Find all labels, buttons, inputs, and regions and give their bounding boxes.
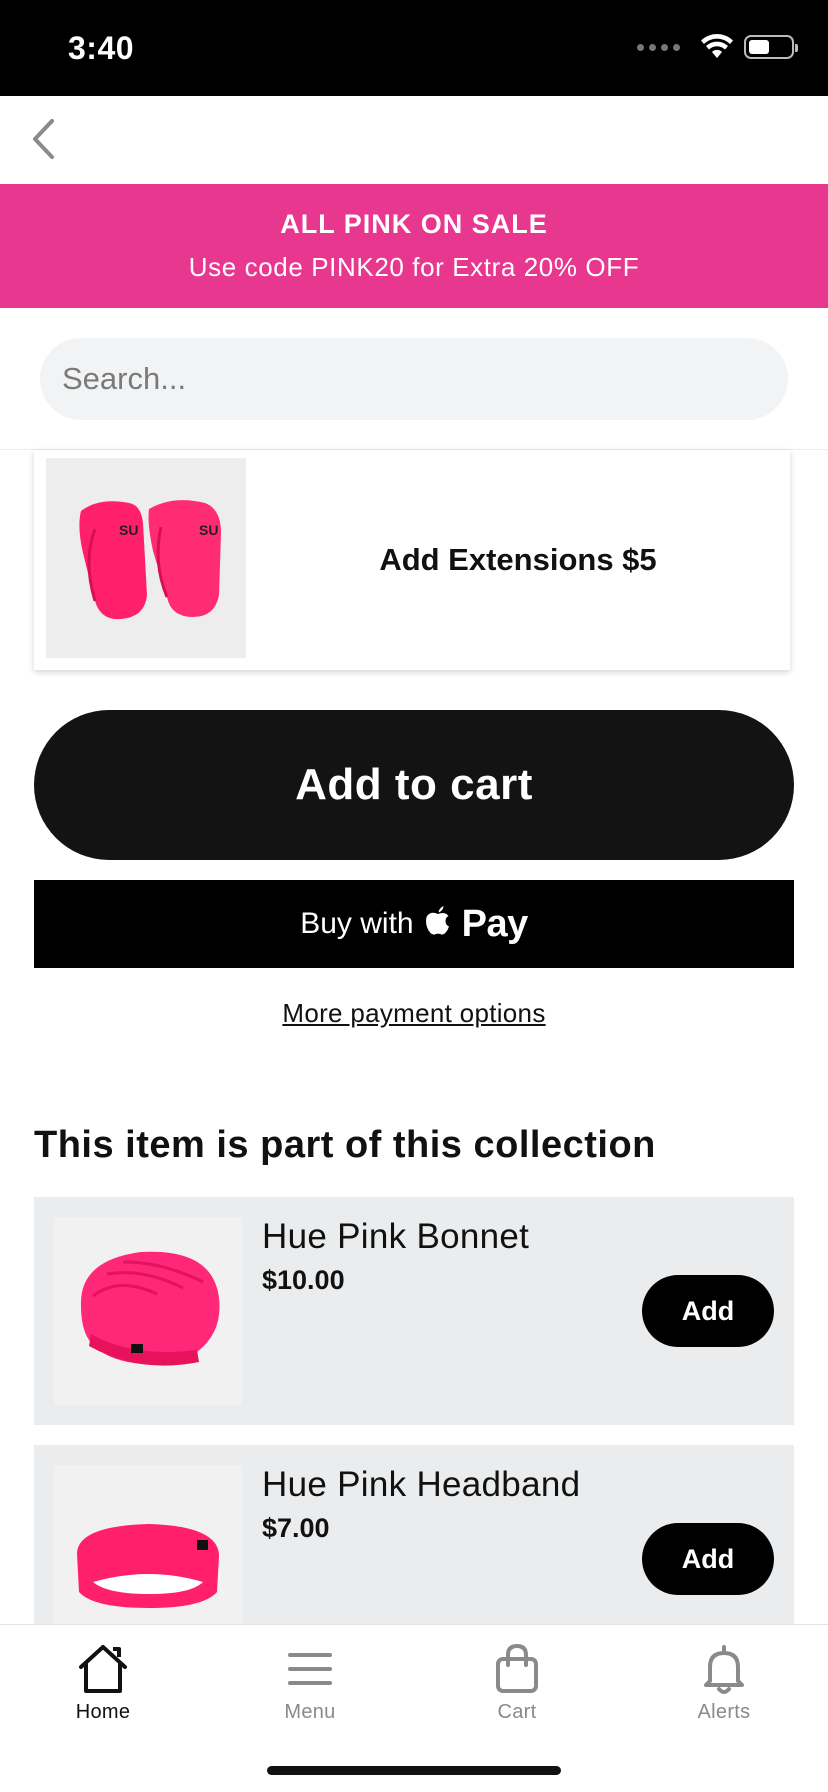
extension-option-card[interactable]: SU SU Add Extensions $5 — [34, 450, 790, 670]
tab-cart-label: Cart — [497, 1701, 537, 1723]
tab-alerts-label: Alerts — [697, 1701, 751, 1723]
promo-banner[interactable]: ALL PINK ON SALE Use code PINK20 for Ext… — [0, 184, 828, 308]
svg-text:SU: SU — [199, 522, 218, 538]
list-item[interactable]: Hue Pink Bonnet $10.00 Add — [34, 1197, 794, 1425]
product-price: $10.00 — [262, 1265, 345, 1295]
home-indicator — [267, 1766, 561, 1775]
tab-cart[interactable]: Cart — [437, 1641, 597, 1741]
cellular-signal-icon — [637, 43, 680, 51]
home-icon — [79, 1645, 127, 1693]
buy-with-label: Buy with — [300, 907, 414, 940]
status-bar: 3:40 — [0, 0, 828, 96]
bell-icon — [704, 1645, 744, 1694]
promo-title: ALL PINK ON SALE — [280, 209, 548, 239]
apple-pay-button[interactable]: Buy with Pay — [34, 880, 794, 968]
add-headband-button[interactable]: Add — [642, 1523, 774, 1595]
add-to-cart-button[interactable]: Add to cart — [34, 710, 794, 860]
chevron-left-icon — [33, 119, 54, 159]
promo-subtitle: Use code PINK20 for Extra 20% OFF — [188, 252, 640, 282]
status-indicators — [637, 34, 798, 60]
wifi-icon — [701, 34, 733, 58]
more-payment-options-link[interactable]: More payment options — [0, 998, 828, 1029]
tab-home-label: Home — [75, 1701, 131, 1723]
product-name: Hue Pink Headband — [262, 1465, 581, 1504]
battery-icon — [744, 35, 798, 59]
pink-bonnet-image — [54, 1217, 242, 1405]
menu-icon — [288, 1653, 332, 1685]
nav-bar — [0, 96, 828, 184]
tab-home[interactable]: Home — [23, 1641, 183, 1741]
add-bonnet-button[interactable]: Add — [642, 1275, 774, 1347]
pay-label: Pay — [461, 902, 529, 945]
svg-text:SU: SU — [119, 522, 138, 538]
cart-bag-icon — [496, 1643, 538, 1693]
product-name: Hue Pink Bonnet — [262, 1217, 530, 1256]
apple-logo-icon — [425, 906, 449, 935]
back-button[interactable] — [18, 114, 68, 164]
tab-alerts[interactable]: Alerts — [644, 1641, 804, 1741]
extension-option-label: Add Extensions $5 — [379, 542, 657, 577]
search-bar — [0, 308, 828, 450]
pink-sleeves-image: SU SU — [46, 458, 246, 658]
tab-menu-label: Menu — [284, 1701, 336, 1723]
product-price: $7.00 — [262, 1513, 330, 1543]
tab-menu[interactable]: Menu — [230, 1641, 390, 1741]
search-input[interactable] — [40, 338, 788, 420]
product-page: 3:40 ALL PINK ON SALE Use code PINK20 fo… — [0, 0, 828, 1792]
collection-heading: This item is part of this collection — [34, 1124, 656, 1166]
status-time: 3:40 — [68, 30, 135, 66]
